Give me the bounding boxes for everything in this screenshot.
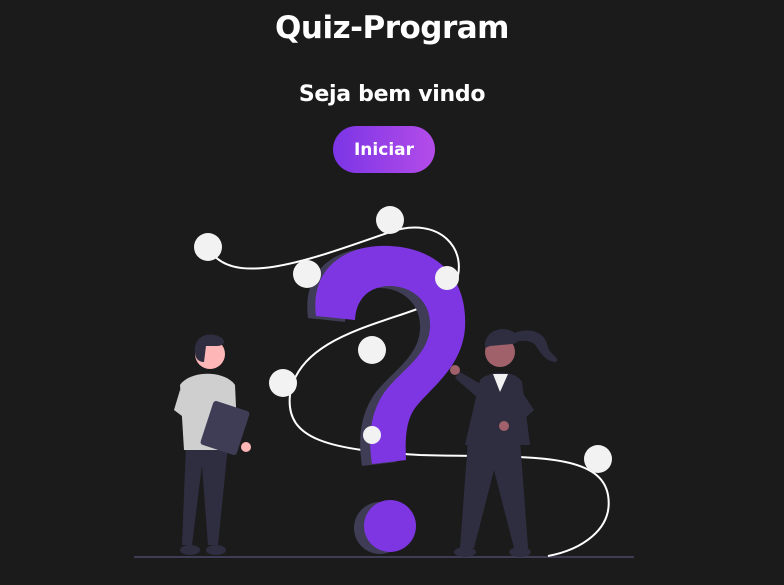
right-person-illustration — [450, 329, 558, 557]
curved-string — [207, 226, 610, 557]
page-title: Quiz-Program — [275, 10, 509, 46]
left-person-illustration — [174, 334, 251, 555]
start-button[interactable]: Iniciar — [333, 126, 435, 173]
welcome-message: Seja bem vindo — [298, 82, 486, 107]
decorative-dots — [194, 206, 612, 473]
question-mark-icon — [315, 245, 466, 552]
question-mark-shadow — [307, 247, 456, 554]
quiz-home-page: Quiz-Program Seja bem vindo Iniciar — [0, 0, 784, 585]
